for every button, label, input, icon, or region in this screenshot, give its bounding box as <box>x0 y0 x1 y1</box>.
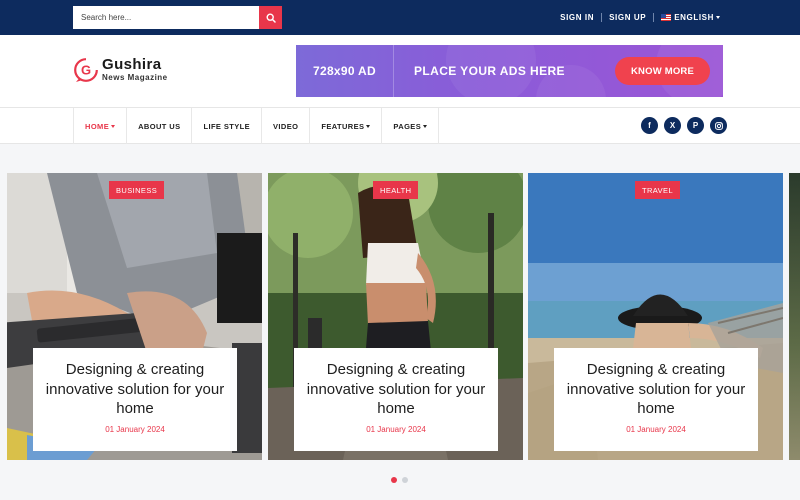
nav-item-label: HOME <box>85 121 110 131</box>
category-badge[interactable]: TRAVEL <box>635 181 681 199</box>
slide-date: 01 January 2024 <box>366 424 426 434</box>
slide-date: 01 January 2024 <box>105 424 165 434</box>
facebook-icon[interactable]: f <box>641 117 658 134</box>
nav-item-label: PAGES <box>393 121 422 131</box>
top-bar: SIGN IN SIGN UP ENGLISH <box>0 0 800 35</box>
nav-item-label: LIFE STYLE <box>203 121 250 131</box>
nav-item-features[interactable]: FEATURES <box>310 108 383 144</box>
nav-item-label: ABOUT US <box>138 121 181 131</box>
search-input[interactable] <box>73 6 259 29</box>
chevron-down-icon <box>716 16 720 19</box>
category-badge[interactable]: HEALTH <box>373 181 419 199</box>
instagram-icon[interactable] <box>710 117 727 134</box>
account-links: SIGN IN SIGN UP ENGLISH <box>553 0 727 35</box>
sign-up-link[interactable]: SIGN UP <box>602 13 653 22</box>
social-links: f X P <box>641 117 727 134</box>
pinterest-icon[interactable]: P <box>687 117 704 134</box>
chevron-down-icon <box>423 124 428 128</box>
x-icon[interactable]: X <box>664 117 681 134</box>
nav-item-life-style[interactable]: LIFE STYLE <box>192 108 262 144</box>
pagination-dot[interactable] <box>391 477 397 483</box>
ad-banner[interactable]: 728x90 AD PLACE YOUR ADS HERE KNOW MORE <box>296 45 723 97</box>
search-box <box>73 6 282 29</box>
site-header: G Gushira News Magazine 728x90 AD PLACE … <box>0 35 800 108</box>
search-icon <box>265 12 276 23</box>
ad-size-box: 728x90 AD <box>296 45 394 97</box>
nav-item-pages[interactable]: PAGES <box>382 108 440 144</box>
ad-size-label: 728x90 AD <box>313 64 376 78</box>
next-slide-peek <box>789 173 800 460</box>
slider-pagination <box>391 477 408 483</box>
slide-caption: Designing & creating innovative solution… <box>33 348 237 451</box>
nav-item-label: VIDEO <box>273 121 299 131</box>
featured-slider: BUSINESS Designing & creating innovative… <box>0 144 800 500</box>
svg-text:G: G <box>81 63 91 78</box>
nav-item-video[interactable]: VIDEO <box>262 108 311 144</box>
language-label: ENGLISH <box>674 13 714 22</box>
logo-g-icon: G <box>74 58 98 82</box>
slide-card[interactable]: HEALTH Designing & creating innovative s… <box>268 173 523 460</box>
logo-tagline: News Magazine <box>102 73 168 82</box>
main-nav: HOME ABOUT US LIFE STYLE VIDEO FEATURES PAGES… <box>0 108 800 144</box>
slide-card[interactable]: BUSINESS Designing & creating innovative… <box>7 173 262 460</box>
nav-item-home[interactable]: HOME <box>74 108 128 144</box>
nav-item-label: FEATURES <box>321 121 365 131</box>
chevron-down-icon <box>366 124 371 128</box>
slide-title[interactable]: Designing & creating innovative solution… <box>554 360 758 419</box>
us-flag-icon <box>661 14 672 21</box>
logo-name: Gushira <box>102 56 162 73</box>
slide-caption: Designing & creating innovative solution… <box>554 348 758 451</box>
category-badge[interactable]: BUSINESS <box>109 181 165 199</box>
slide-date: 01 January 2024 <box>626 424 686 434</box>
pagination-dot[interactable] <box>402 477 408 483</box>
site-logo[interactable]: G Gushira News Magazine <box>73 57 168 83</box>
nav-item-about-us[interactable]: ABOUT US <box>127 108 193 144</box>
know-more-button[interactable]: KNOW MORE <box>615 57 710 85</box>
slide-caption: Designing & creating innovative solution… <box>294 348 498 451</box>
slide-card[interactable]: TRAVEL Designing & creating innovative s… <box>528 173 783 460</box>
ad-headline: PLACE YOUR ADS HERE <box>414 64 565 78</box>
slide-title[interactable]: Designing & creating innovative solution… <box>294 360 498 419</box>
search-button[interactable] <box>259 6 282 29</box>
chevron-down-icon <box>111 124 116 128</box>
slide-title[interactable]: Designing & creating innovative solution… <box>33 360 237 419</box>
nav-menu: HOME ABOUT US LIFE STYLE VIDEO FEATURES PAGES <box>73 108 440 144</box>
language-selector[interactable]: ENGLISH <box>654 13 727 22</box>
sign-in-link[interactable]: SIGN IN <box>553 13 601 22</box>
